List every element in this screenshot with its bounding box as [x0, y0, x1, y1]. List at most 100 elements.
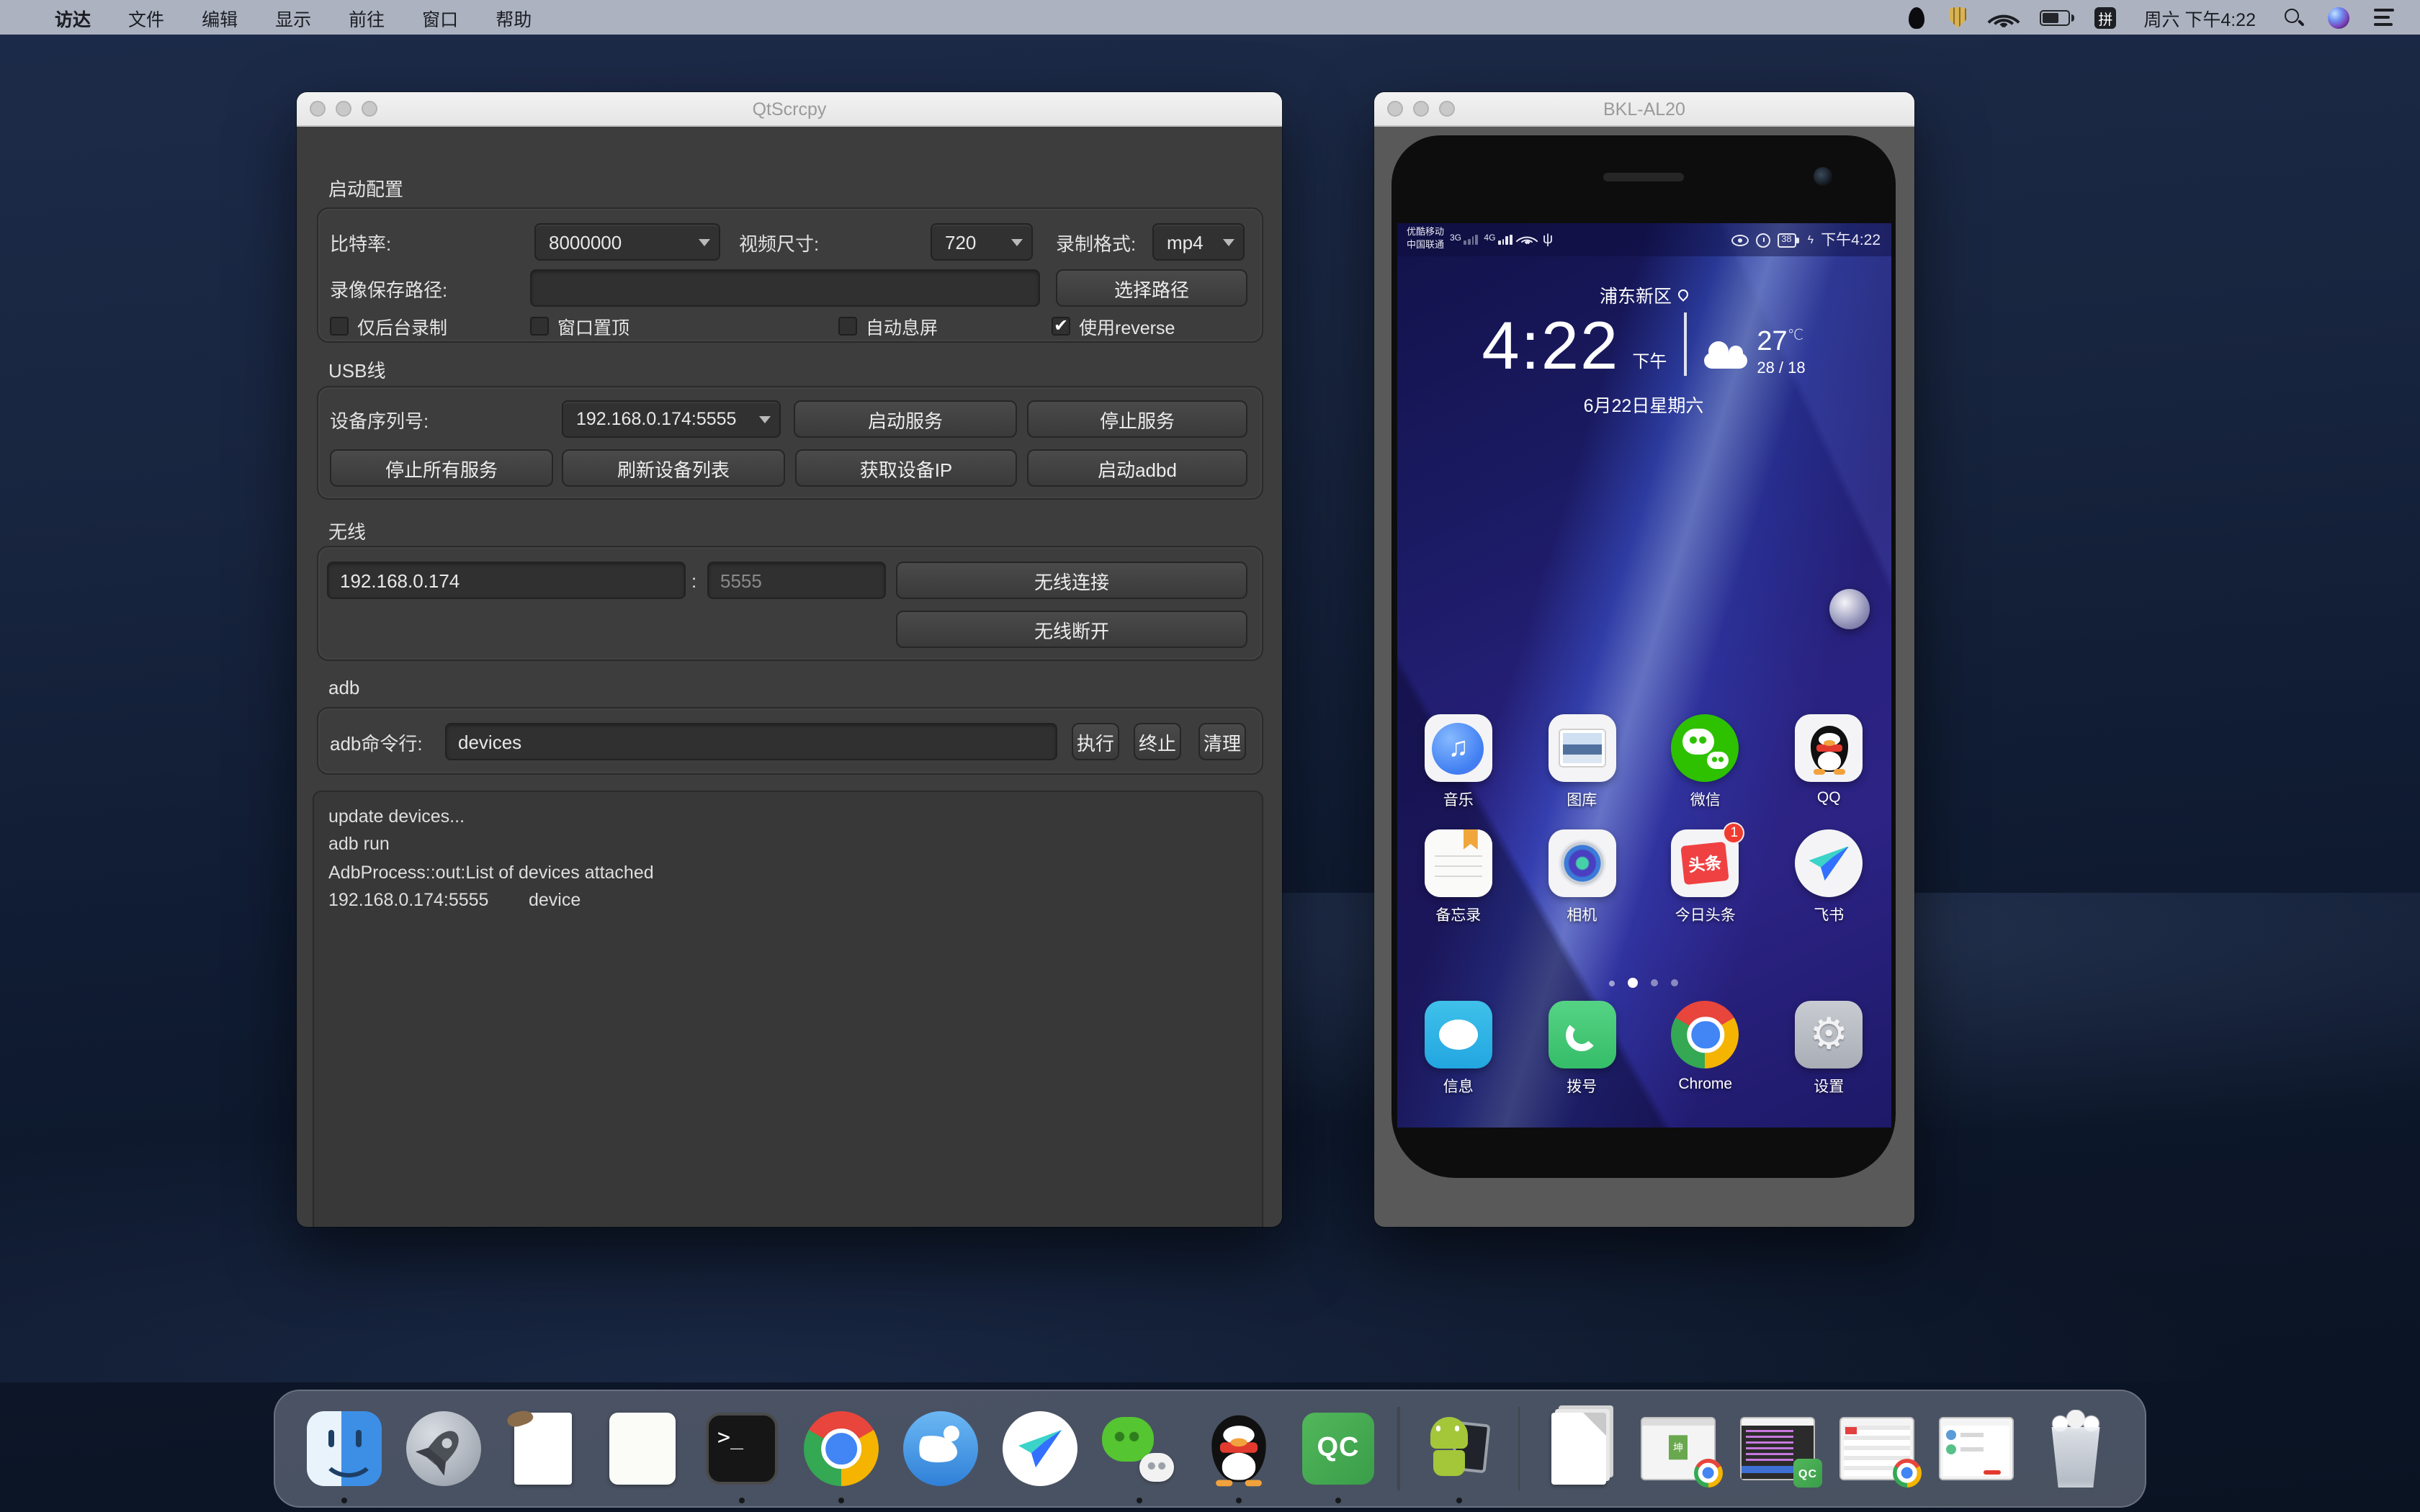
dock-item-feishu[interactable] [1000, 1404, 1080, 1493]
record-format-combobox[interactable]: mp4 [1152, 223, 1245, 261]
stop-all-services-button[interactable]: 停止所有服务 [330, 449, 553, 487]
adb-log-output[interactable]: update devices...adb runAdbProcess::out:… [313, 791, 1263, 1227]
adb-command-input[interactable] [445, 723, 1057, 760]
dock-item-mail[interactable] [503, 1404, 583, 1493]
dock-item-minimized-qq-chat-window[interactable] [1936, 1404, 2017, 1493]
app-gallery[interactable]: 图库 [1528, 714, 1635, 811]
launch-config-groupbox: 比特率: 8000000 视频尺寸: 720 录制格式: mp4 录像保存路径: [317, 207, 1263, 343]
usb-groupbox: 设备序列号: 192.168.0.174:5555 启动服务 停止服务 停止所有… [317, 386, 1263, 500]
adb-clear-button[interactable]: 清理 [1198, 723, 1246, 760]
app-wechat[interactable]: 微信 [1652, 714, 1759, 811]
checkbox-box[interactable] [530, 316, 549, 335]
music-icon: ♫ [1433, 722, 1484, 774]
phone-screen[interactable]: 优酷移动 中国联通 3G 4G ψ [1397, 223, 1891, 1128]
menu-item-help[interactable]: 帮助 [496, 4, 532, 31]
dock-item-scrcpy-android[interactable] [1418, 1404, 1499, 1493]
window-title: BKL-AL20 [1374, 99, 1914, 119]
qtscrcpy-titlebar[interactable]: QtScrcpy [297, 92, 1282, 127]
location-row: 浦东新区 [1397, 281, 1891, 308]
siri-icon[interactable] [2328, 6, 2349, 28]
signal-4g-icon: 4G [1484, 235, 1512, 246]
app-qq[interactable]: QQ [1775, 714, 1882, 811]
checkbox-use-reverse[interactable]: ✔ 使用reverse [1052, 312, 1175, 338]
start-service-button[interactable]: 启动服务 [794, 400, 1017, 438]
feishu-icon [1809, 846, 1849, 881]
checkbox-background-record[interactable]: 仅后台录制 [330, 312, 447, 338]
messages-icon [1425, 1001, 1492, 1068]
log-line: AdbProcess::out:List of devices attached [328, 860, 1247, 888]
record-path-input[interactable] [530, 269, 1040, 307]
bitrate-label: 比特率: [330, 223, 532, 261]
app-memo[interactable]: 备忘录 [1405, 829, 1512, 926]
adb-execute-button[interactable]: 执行 [1072, 723, 1119, 760]
checkbox-auto-screen-off[interactable]: 自动息屏 [838, 312, 938, 338]
dock-item-wechat[interactable] [1099, 1404, 1180, 1493]
stop-service-button[interactable]: 停止服务 [1027, 400, 1247, 438]
device-serial-combobox[interactable]: 192.168.0.174:5555 [562, 400, 781, 438]
dock-item-notes[interactable] [602, 1404, 683, 1493]
wifi-icon[interactable] [1991, 8, 2015, 27]
dock-item-launchpad[interactable] [403, 1404, 484, 1493]
assistive-ball[interactable] [1829, 589, 1869, 629]
clock-weather-widget[interactable]: 浦东新区 4:22 下午 27℃ 28 / 18 [1397, 281, 1891, 418]
app-label: 拨号 [1567, 1076, 1597, 1097]
wireless-port-input[interactable] [707, 562, 886, 599]
checkbox-label: 使用reverse [1079, 312, 1175, 339]
menu-item-go[interactable]: 前往 [349, 4, 385, 31]
dock-item-chrome[interactable] [801, 1404, 882, 1493]
input-method-icon[interactable]: 拼 [2094, 6, 2116, 28]
choose-path-button[interactable]: 选择路径 [1056, 269, 1247, 307]
battery-icon[interactable] [2040, 9, 2070, 25]
log-line: update devices... [328, 804, 1247, 832]
qq-penguin-icon[interactable] [1909, 6, 1924, 28]
adb-terminate-button[interactable]: 终止 [1134, 723, 1181, 760]
checkbox-box[interactable] [838, 316, 857, 335]
wireless-connect-button[interactable]: 无线连接 [896, 562, 1247, 599]
dock-item-seal-app[interactable] [900, 1404, 981, 1493]
bitrate-combobox[interactable]: 8000000 [534, 223, 720, 261]
checkbox-box[interactable] [330, 316, 349, 335]
wireless-disconnect-button[interactable]: 无线断开 [896, 611, 1247, 648]
video-size-combobox[interactable]: 720 [931, 223, 1033, 261]
qq-penguin-icon [1810, 725, 1847, 771]
app-feishu[interactable]: 飞书 [1775, 829, 1882, 926]
dock-item-qq[interactable] [1198, 1404, 1279, 1493]
dock-item-minimized-chrome-browser-window[interactable] [1837, 1404, 1917, 1493]
menu-item-view[interactable]: 显示 [275, 4, 311, 31]
notification-center-icon[interactable] [2374, 9, 2394, 26]
app-chrome[interactable]: Chrome [1652, 1001, 1759, 1097]
chevron-down-icon [1223, 238, 1234, 246]
checkbox-window-on-top[interactable]: 窗口置顶 [530, 312, 629, 338]
menu-item-finder[interactable]: 访达 [55, 4, 91, 31]
get-device-ip-button[interactable]: 获取设备IP [795, 449, 1017, 487]
menu-bar-clock[interactable]: 周六 下午4:22 [2143, 4, 2256, 31]
dock-item-finder[interactable] [304, 1404, 385, 1493]
app-camera[interactable]: 相机 [1528, 829, 1635, 926]
app-settings[interactable]: ⚙ 设置 [1775, 1001, 1882, 1097]
menu-item-edit[interactable]: 编辑 [202, 4, 238, 31]
menu-item-file[interactable]: 文件 [128, 4, 164, 31]
phone-window-titlebar[interactable]: BKL-AL20 [1374, 92, 1914, 127]
dock-item-qtscrcpy[interactable]: QC [1298, 1404, 1379, 1493]
dock-item-minimized-qtscrcpy-code-window[interactable]: QC [1737, 1404, 1818, 1493]
shield-icon[interactable] [1949, 6, 1966, 28]
widget-ampm: 下午 [1632, 348, 1667, 373]
menu-item-window[interactable]: 窗口 [422, 4, 458, 31]
dock-item-terminal[interactable]: >_ [702, 1404, 782, 1493]
app-music[interactable]: ♫ 音乐 [1405, 714, 1512, 811]
usb-icon: ψ [1543, 232, 1553, 248]
app-toutiao[interactable]: 头条1 今日头条 [1652, 829, 1759, 926]
checkbox-box[interactable]: ✔ [1052, 316, 1070, 335]
phone-status-bar: 优酷移动 中国联通 3G 4G ψ [1397, 223, 1891, 256]
app-dialer[interactable]: 拨号 [1528, 1001, 1635, 1097]
wireless-ip-input[interactable] [327, 562, 686, 599]
carrier-labels: 优酷移动 中国联通 [1407, 228, 1444, 252]
cloud-icon [1703, 353, 1747, 369]
start-adbd-button[interactable]: 启动adbd [1027, 449, 1247, 487]
search-icon[interactable] [2283, 7, 2303, 27]
dock-item-minimized-chrome-window[interactable]: 坤 [1638, 1404, 1718, 1493]
refresh-device-list-button[interactable]: 刷新设备列表 [562, 449, 785, 487]
dock-item-documents-stack[interactable] [1538, 1404, 1619, 1493]
app-messages[interactable]: 信息 [1405, 1001, 1512, 1097]
dock-item-trash[interactable] [2035, 1404, 2116, 1493]
